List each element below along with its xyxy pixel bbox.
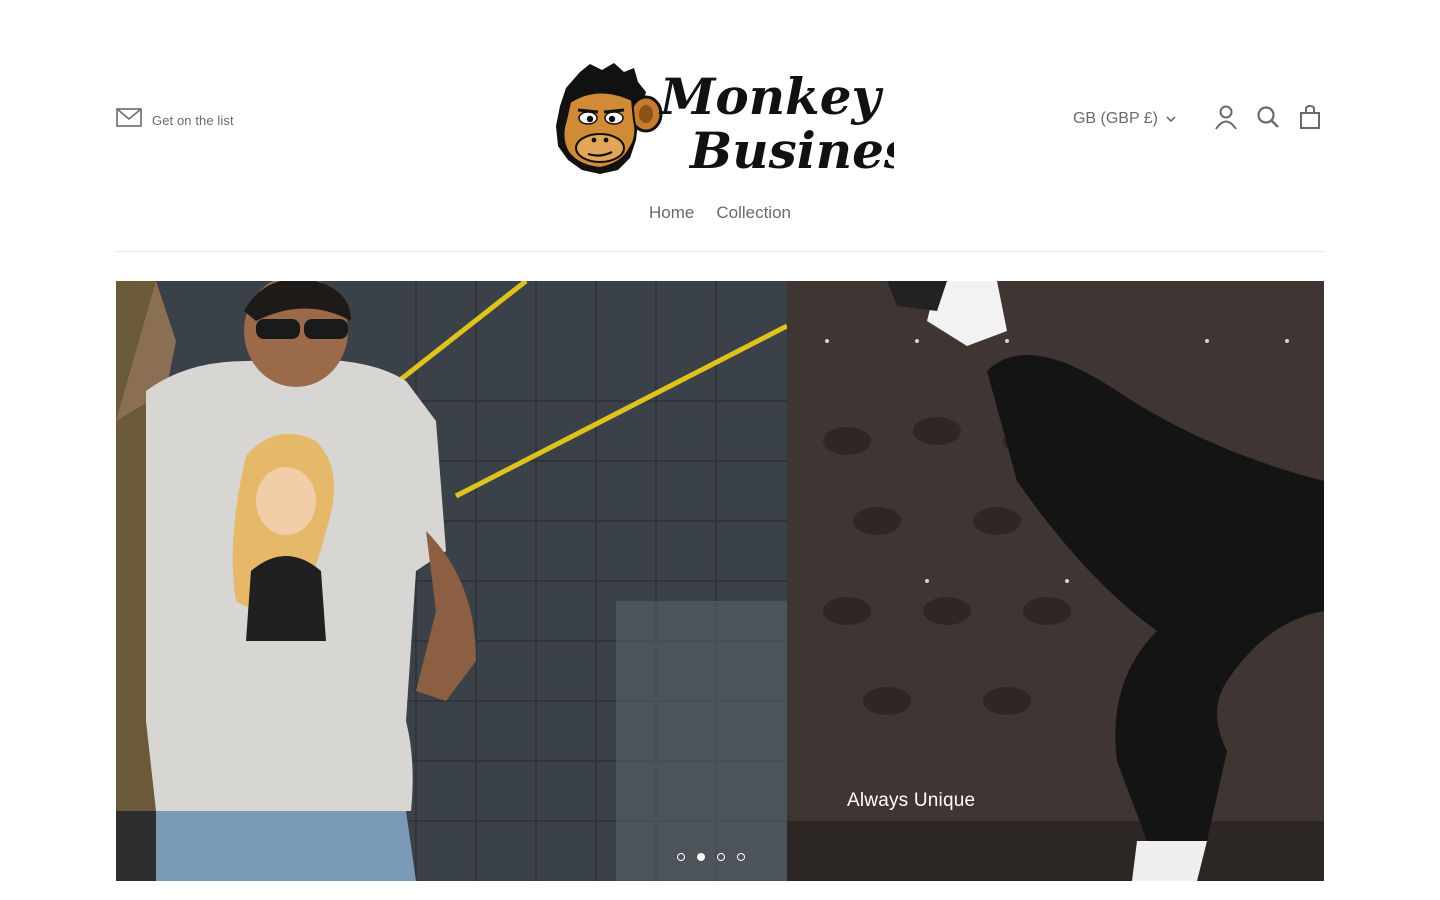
cart-button[interactable] — [1296, 104, 1324, 135]
user-icon — [1214, 104, 1238, 135]
monkey-logo-icon — [556, 63, 663, 174]
site-logo[interactable]: Monkey Business — [550, 62, 940, 180]
hero-caption: Always Unique — [847, 790, 976, 811]
currency-label: GB (GBP £) — [1072, 110, 1158, 127]
newsletter-label: Get on the list — [152, 112, 234, 128]
logo-text-monkey: Monkey — [658, 67, 884, 126]
slide-dot-4[interactable] — [737, 853, 745, 861]
search-icon — [1256, 105, 1280, 134]
currency-selector[interactable]: GB (GBP £) — [1073, 110, 1176, 128]
slide-dot-2[interactable] — [697, 853, 705, 861]
main-navigation: Home Collection — [116, 203, 1324, 223]
nav-collection[interactable]: Collection — [716, 203, 791, 223]
search-button[interactable] — [1254, 105, 1282, 133]
site-header: Get on the list Monkey Business — [116, 0, 1324, 252]
shopping-bag-icon — [1299, 104, 1321, 135]
chevron-down-icon — [1166, 110, 1176, 128]
slide-dot-1[interactable] — [677, 853, 685, 861]
slide-dot-3[interactable] — [717, 853, 725, 861]
envelope-icon — [116, 108, 142, 132]
header-utilities: GB (GBP £) — [1073, 104, 1324, 134]
hero-photo-model-tshirt — [116, 281, 787, 881]
hero-photo-dancer: Always Unique — [787, 281, 1324, 881]
account-button[interactable] — [1212, 105, 1240, 133]
hero-slideshow[interactable]: Always Unique — [116, 281, 1324, 881]
logo-text-business: Business — [688, 121, 894, 176]
slideshow-pagination — [677, 853, 745, 861]
nav-home[interactable]: Home — [649, 203, 694, 223]
newsletter-link[interactable]: Get on the list — [116, 108, 234, 132]
